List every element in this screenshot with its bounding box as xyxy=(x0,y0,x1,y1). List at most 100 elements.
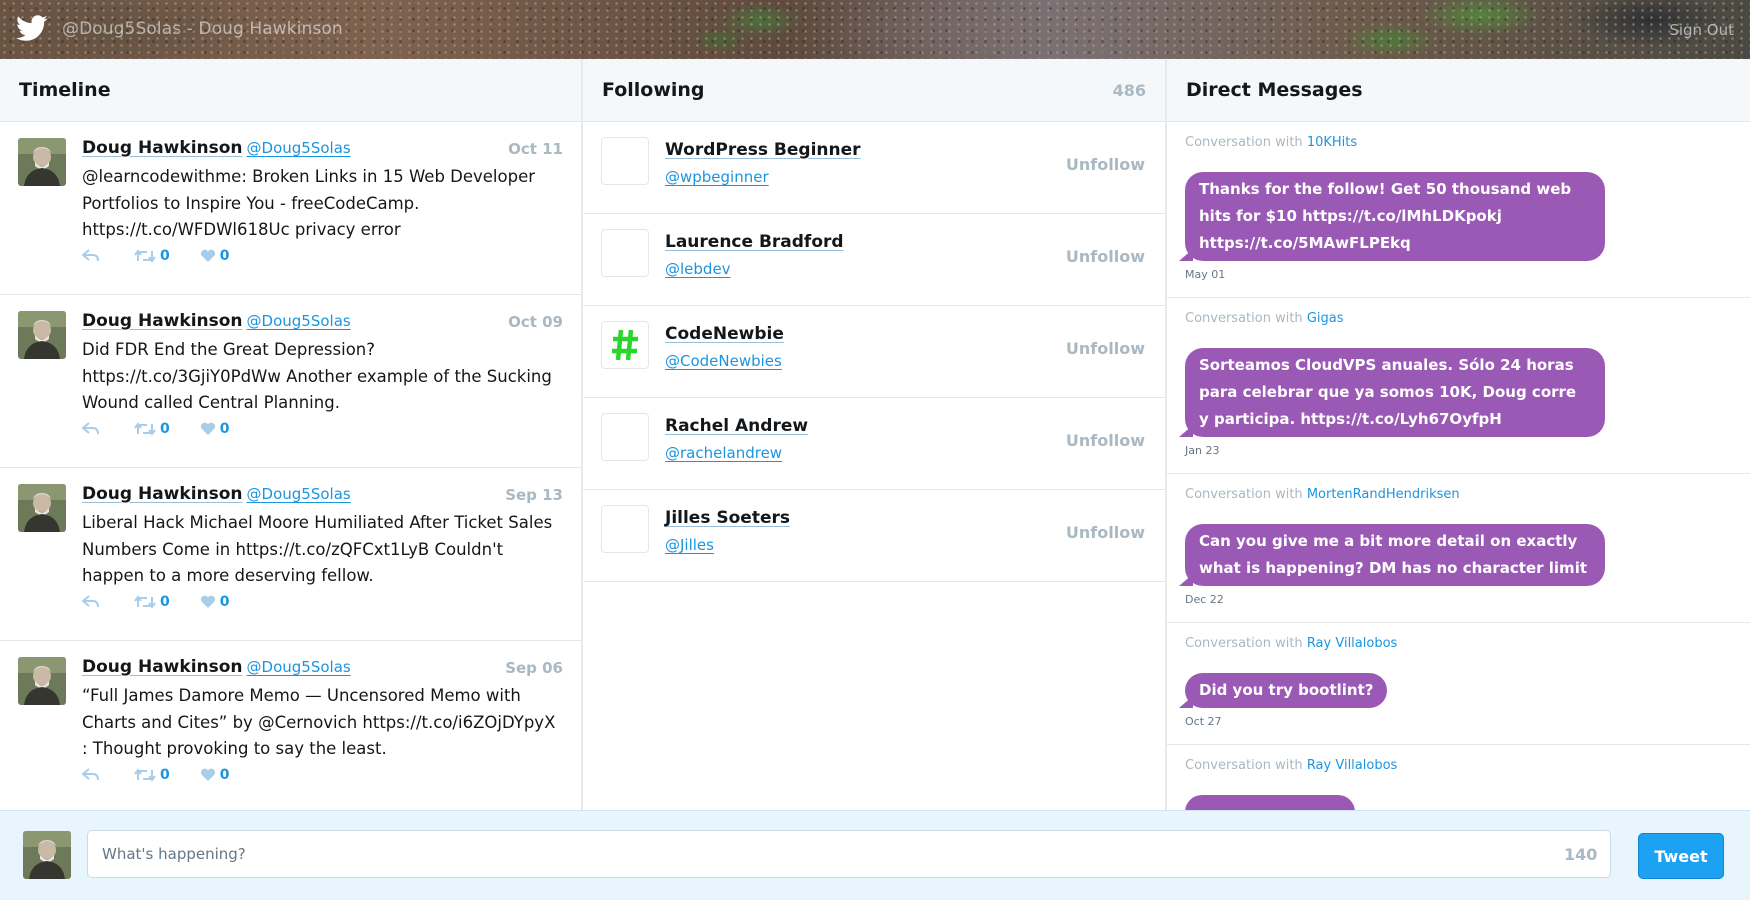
following-header: Following 486 xyxy=(583,59,1165,122)
following-avatar[interactable] xyxy=(601,413,649,461)
sign-out-link[interactable]: Sign Out xyxy=(1669,21,1734,39)
retweet-button[interactable]: 0 xyxy=(134,421,170,437)
tweet-avatar[interactable] xyxy=(18,657,66,705)
retweet-button[interactable]: 0 xyxy=(134,767,170,783)
following-handle[interactable]: @rachelandrew xyxy=(665,444,782,462)
like-button[interactable]: 0 xyxy=(200,594,230,610)
following-item: CodeNewbie @CodeNewbies Unfollow xyxy=(583,306,1165,398)
tweet-text: @learncodewithme: Broken Links in 15 Web… xyxy=(82,167,536,239)
following-avatar[interactable] xyxy=(601,229,649,277)
retweet-button[interactable]: 0 xyxy=(134,594,170,610)
following-handle[interactable]: @lebdev xyxy=(665,260,731,278)
reply-button[interactable] xyxy=(82,768,104,782)
tweet-item: Doug Hawkinson @Doug5Solas Oct 09 Did FDR E… xyxy=(0,295,581,468)
dm-header: Direct Messages xyxy=(1167,59,1750,122)
tweet-avatar[interactable] xyxy=(18,484,66,532)
tweet-item: Doug Hawkinson @Doug5Solas Oct 11 @learncod… xyxy=(0,122,581,295)
heart-icon xyxy=(200,595,215,608)
dm-message-bubble[interactable]: Can you give me a bit more detail on exa… xyxy=(1179,524,1605,586)
timeline-column: Timeline Doug Hawkinson @Doug5Solas Oct 11… xyxy=(0,59,582,810)
dm-conversation-user[interactable]: Ray Villalobos xyxy=(1307,636,1398,651)
dm-conversation-label: Conversation with MortenRandHendriksen xyxy=(1185,487,1732,502)
reply-button[interactable] xyxy=(82,249,104,263)
dm-bubble-wrap: Thanks for the follow! Get 50 thousand w… xyxy=(1179,150,1732,261)
dm-message-bubble[interactable]: Thanks for the follow! Get 50 thousand w… xyxy=(1179,172,1605,261)
like-button[interactable]: 0 xyxy=(200,248,230,264)
dm-conversation[interactable]: Conversation with MortenRandHendriksen Ca… xyxy=(1167,474,1750,623)
retweet-count: 0 xyxy=(160,248,170,264)
dm-message-bubble[interactable]: Did you try bootlint? xyxy=(1178,673,1388,708)
retweet-button[interactable]: 0 xyxy=(134,248,170,264)
dm-conversation[interactable]: Conversation with 10KHits Thanks for the … xyxy=(1167,122,1750,298)
dm-message-bubble[interactable]: Sorteamos CloudVPS anuales. Sólo 24 hora… xyxy=(1179,348,1605,437)
dm-conversation[interactable]: Conversation with Ray Villalobos xyxy=(1167,745,1750,810)
dm-conversation[interactable]: Conversation with Gigas Sorteamos CloudVP… xyxy=(1167,298,1750,474)
dm-conversation-user[interactable]: 10KHits xyxy=(1307,135,1357,150)
following-handle[interactable]: @CodeNewbies xyxy=(665,352,782,370)
reply-button[interactable] xyxy=(82,595,104,609)
retweet-count: 0 xyxy=(160,421,170,437)
dm-conversation-user[interactable]: Ray Villalobos xyxy=(1307,758,1398,773)
dm-conversation[interactable]: Conversation with Ray Villalobos Did you … xyxy=(1167,623,1750,745)
reply-button[interactable] xyxy=(82,422,104,436)
tweet-avatar[interactable] xyxy=(18,311,66,359)
dm-bubble-wrap: Did you try bootlint? xyxy=(1178,651,1732,708)
following-handle[interactable]: @wpbeginner xyxy=(665,168,769,186)
following-avatar[interactable] xyxy=(601,505,649,553)
dm-date: Dec 22 xyxy=(1185,593,1224,606)
like-button[interactable]: 0 xyxy=(200,421,230,437)
following-name[interactable]: WordPress Beginner xyxy=(665,140,861,160)
tweet-actions: 00 xyxy=(82,421,260,437)
tweet-date: Sep 13 xyxy=(505,486,563,504)
tweet-author-handle[interactable]: @Doug5Solas xyxy=(247,485,351,503)
tweet-author-handle[interactable]: @Doug5Solas xyxy=(247,658,351,676)
tweet-author-handle[interactable]: @Doug5Solas xyxy=(247,312,351,330)
unfollow-button[interactable]: Unfollow xyxy=(1066,431,1145,450)
dm-conversation-label: Conversation with Gigas xyxy=(1185,311,1732,326)
tweet-author-name[interactable]: Doug Hawkinson xyxy=(82,138,243,158)
retweet-icon xyxy=(134,249,156,263)
dm-date: Jan 23 xyxy=(1185,444,1220,457)
char-counter: 140 xyxy=(1564,845,1598,864)
heart-icon xyxy=(200,768,215,781)
twitter-bird-icon[interactable] xyxy=(16,15,48,42)
unfollow-button[interactable]: Unfollow xyxy=(1066,339,1145,358)
like-button[interactable]: 0 xyxy=(200,767,230,783)
following-item: Rachel Andrew @rachelandrew Unfollow xyxy=(583,398,1165,490)
following-column: Following 486 WordPress Beginner @wpbegin… xyxy=(583,59,1166,810)
following-item: Laurence Bradford @lebdev Unfollow xyxy=(583,214,1165,306)
unfollow-button[interactable]: Unfollow xyxy=(1066,247,1145,266)
following-name[interactable]: Laurence Bradford xyxy=(665,232,844,252)
reply-icon xyxy=(82,595,99,608)
unfollow-button[interactable]: Unfollow xyxy=(1066,155,1145,174)
dm-conv-prefix: Conversation with xyxy=(1185,636,1303,651)
following-avatar[interactable] xyxy=(601,137,649,185)
tweet-text: Liberal Hack Michael Moore Humiliated Af… xyxy=(82,513,553,585)
heart-icon xyxy=(200,422,215,435)
tweet-author-name[interactable]: Doug Hawkinson xyxy=(82,311,243,331)
tweet-author-handle[interactable]: @Doug5Solas xyxy=(247,139,351,157)
following-handle[interactable]: @Jilles xyxy=(665,536,714,554)
tweet-text: “Full James Damore Memo — Uncensored Mem… xyxy=(82,686,556,758)
tweet-item: Doug Hawkinson @Doug5Solas Sep 13 Liberal H… xyxy=(0,468,581,641)
tweet-avatar[interactable] xyxy=(18,138,66,186)
tweet-date: Sep 06 xyxy=(505,659,563,677)
dm-message-bubble-partial[interactable] xyxy=(1185,795,1355,810)
following-avatar[interactable] xyxy=(601,321,649,369)
tweet-actions: 00 xyxy=(82,767,260,783)
dm-conv-prefix: Conversation with xyxy=(1185,487,1303,502)
tweet-header: Doug Hawkinson @Doug5Solas xyxy=(82,311,563,331)
unfollow-button[interactable]: Unfollow xyxy=(1066,523,1145,542)
tweet-author-name[interactable]: Doug Hawkinson xyxy=(82,657,243,677)
tweet-avatar-image xyxy=(18,311,66,359)
dm-conversation-user[interactable]: Gigas xyxy=(1307,311,1344,326)
dm-date: May 01 xyxy=(1185,268,1226,281)
profile-banner: @Doug5Solas - Doug Hawkinson Sign Out xyxy=(0,0,1750,59)
tweet-button[interactable]: Tweet xyxy=(1638,833,1724,879)
dm-conversation-user[interactable]: MortenRandHendriksen xyxy=(1307,487,1460,502)
following-name[interactable]: Rachel Andrew xyxy=(665,416,808,436)
tweet-input[interactable] xyxy=(87,830,1611,878)
following-name[interactable]: Jilles Soeters xyxy=(665,508,790,528)
tweet-author-name[interactable]: Doug Hawkinson xyxy=(82,484,243,504)
following-name[interactable]: CodeNewbie xyxy=(665,324,784,344)
